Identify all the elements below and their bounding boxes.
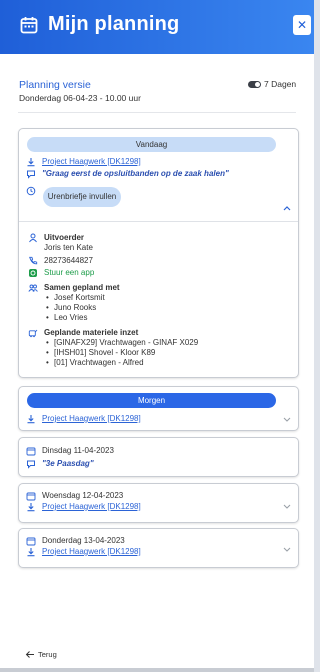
send-app-link[interactable]: Stuur een app — [44, 268, 94, 277]
project-link[interactable]: Project Haagwerk [DK1298] — [42, 157, 141, 166]
tomorrow-card[interactable]: Morgen Project Haagwerk [DK1298] — [18, 386, 299, 431]
tomorrow-pill: Morgen — [27, 393, 276, 408]
group-icon — [28, 284, 38, 292]
arrow-left-icon — [25, 651, 34, 658]
uitvoerder-name: Joris ten Kate — [44, 243, 93, 252]
materieel-label: Geplande materiele inzet — [44, 328, 139, 337]
note-text: "3e Paasdag" — [42, 459, 94, 468]
today-pill: Vandaag — [27, 137, 276, 152]
header: Mijn planning ✕ — [0, 0, 314, 54]
calendar-icon — [20, 17, 38, 34]
chat-icon — [27, 170, 35, 179]
day-card-tuesday[interactable]: Dinsdag 11-04-2023 "3e Paasdag" — [18, 437, 299, 477]
day-card-thursday[interactable]: Donderdag 13-04-2023 Project Haagwerk [D… — [18, 528, 299, 568]
chevron-down-icon[interactable] — [283, 547, 291, 553]
close-button[interactable]: ✕ — [293, 15, 311, 35]
planning-version-date: Donderdag 06-04-23 - 10.00 uur — [19, 93, 141, 103]
list-item: Josef Kortsmit — [46, 293, 105, 302]
day-date: Donderdag 13-04-2023 — [42, 536, 125, 545]
calendar-icon — [26, 447, 36, 456]
phone-icon — [29, 256, 38, 265]
day-date: Woensdag 12-04-2023 — [42, 491, 124, 500]
download-icon — [27, 158, 35, 167]
whatsapp-icon — [29, 269, 37, 277]
app-screen: Mijn planning ✕ Planning versie Donderda… — [0, 0, 314, 672]
phone-number[interactable]: 28273644827 — [44, 256, 93, 265]
samen-label: Samen gepland met — [44, 283, 120, 292]
equipment-icon — [28, 329, 38, 338]
day-card-wednesday[interactable]: Woensdag 12-04-2023 Project Haagwerk [DK… — [18, 483, 299, 523]
chevron-down-icon[interactable] — [283, 504, 291, 510]
list-item: [01] Vrachtwagen - Alfred — [46, 358, 143, 367]
bottom-bar — [0, 668, 314, 672]
chat-icon — [27, 460, 35, 469]
project-link[interactable]: Project Haagwerk [DK1298] — [42, 547, 141, 556]
calendar-icon — [26, 492, 36, 501]
chevron-up-icon[interactable] — [283, 205, 291, 211]
back-button[interactable]: Terug — [38, 650, 57, 659]
person-icon — [29, 233, 37, 243]
note-text: "Graag eerst de opsluitbanden op de zaak… — [42, 169, 229, 178]
calendar-icon — [26, 537, 36, 546]
list-item: [IHSH01] Shovel - Kloor K89 — [46, 348, 155, 357]
section-divider — [19, 221, 298, 222]
project-link[interactable]: Project Haagwerk [DK1298] — [42, 502, 141, 511]
project-link[interactable]: Project Haagwerk [DK1298] — [42, 414, 141, 423]
day-date: Dinsdag 11-04-2023 — [42, 446, 114, 455]
clock-icon — [26, 186, 36, 196]
uitvoerder-label: Uitvoerder — [44, 233, 85, 242]
days-label: 7 Dagen — [264, 79, 297, 89]
hours-sheet-button[interactable]: Urenbriefje invullen — [43, 187, 121, 207]
list-item: [GINAFX29] Vrachtwagen - GINAF X029 — [46, 338, 198, 347]
today-card: Vandaag Project Haagwerk [DK1298] "Graag… — [18, 128, 299, 378]
chevron-down-icon[interactable] — [283, 417, 291, 423]
download-icon — [27, 415, 35, 424]
planning-version-title: Planning versie — [19, 79, 91, 91]
download-icon — [27, 548, 35, 557]
days-toggle[interactable] — [248, 81, 261, 88]
page-title: Mijn planning — [48, 13, 180, 35]
list-item: Leo Vries — [46, 313, 87, 322]
divider — [18, 112, 296, 113]
download-icon — [27, 503, 35, 512]
list-item: Juno Rooks — [46, 303, 96, 312]
